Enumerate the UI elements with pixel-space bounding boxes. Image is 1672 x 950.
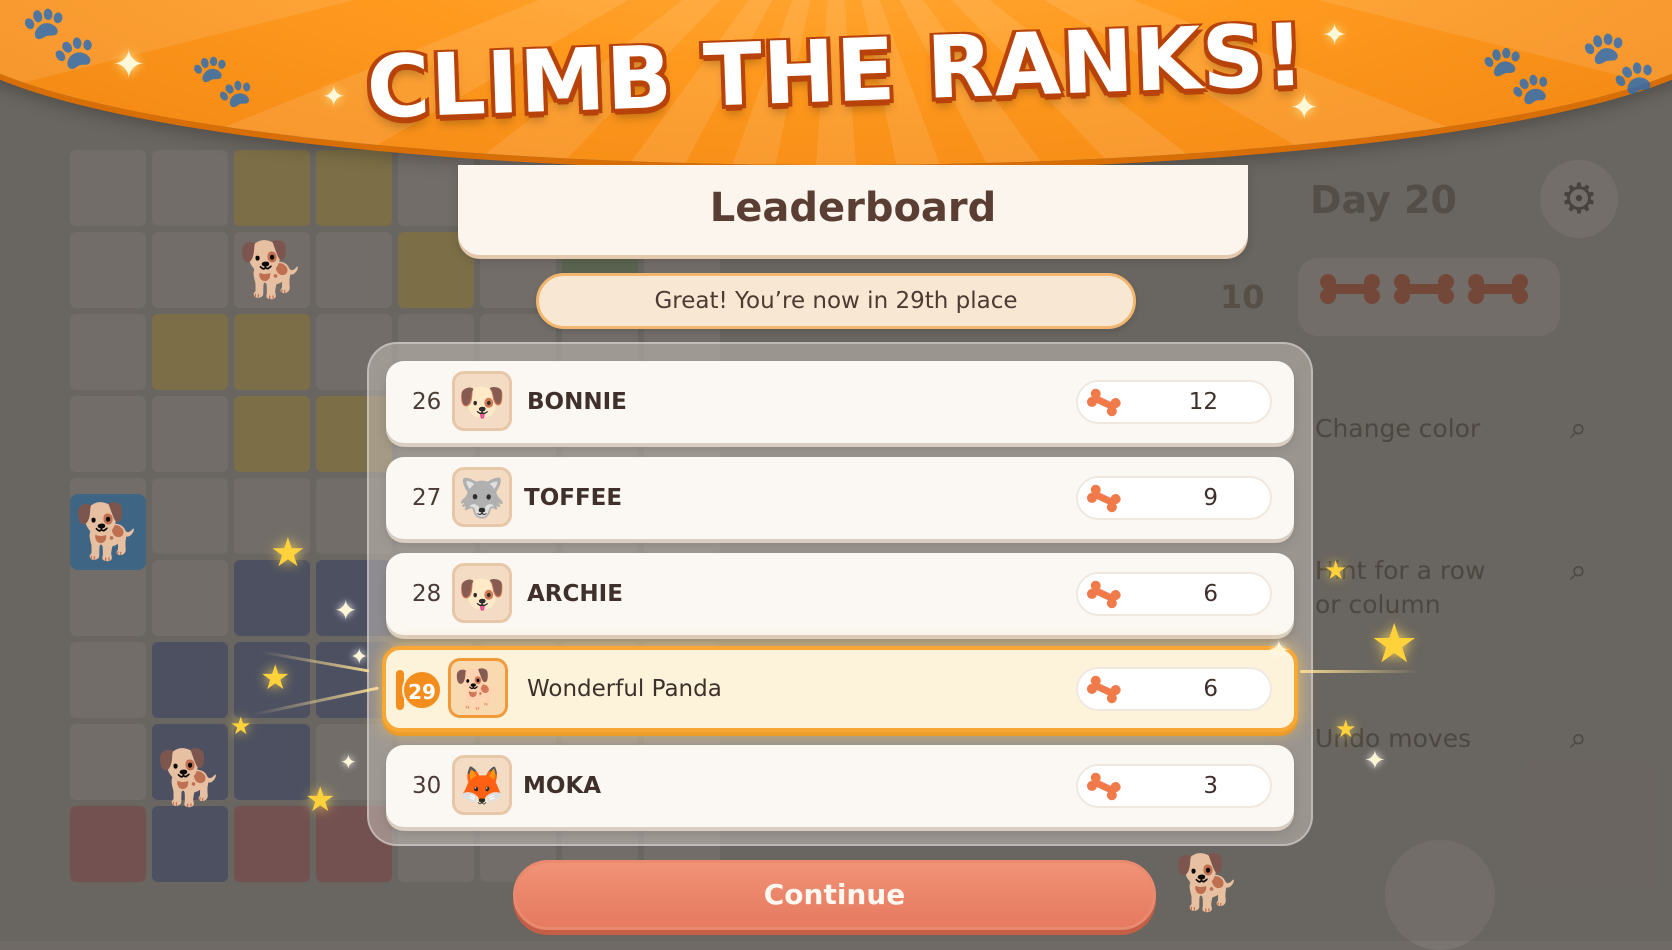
- star-icon: ★: [230, 712, 252, 740]
- player-name: Wonderful Panda: [527, 676, 722, 702]
- leaderboard-title: Leaderboard: [709, 185, 997, 231]
- bone-icon: [1086, 772, 1121, 801]
- player-score: 6: [1203, 676, 1218, 702]
- bone-icon: [1086, 580, 1121, 609]
- score-pill: 9: [1076, 476, 1272, 520]
- player-name: ARCHIE: [527, 581, 623, 607]
- score-pill: 3: [1076, 764, 1272, 808]
- rank-status-message: Great! You’re now in 29th place: [536, 273, 1136, 329]
- sparkle-icon: ✦: [1364, 746, 1386, 776]
- continue-button[interactable]: Continue: [513, 860, 1156, 930]
- leaderboard-row: 28 🐶 ARCHIE 6: [386, 553, 1294, 635]
- leaderboard-row: 27 🐺 TOFFEE 9: [386, 457, 1294, 539]
- shiba-inu-avatar-icon: 🐕: [448, 658, 508, 718]
- player-score: 6: [1203, 581, 1218, 607]
- pug-avatar-icon: 🐶: [452, 563, 512, 623]
- star-icon: ★: [1324, 556, 1348, 586]
- sparkle-icon: ✦: [334, 594, 358, 627]
- rank-number: 28: [412, 581, 442, 607]
- leaderboard-row: 30 🦊 MOKA 3: [386, 745, 1294, 827]
- sparkle-icon: ✦: [340, 750, 357, 774]
- player-name: BONNIE: [527, 389, 627, 415]
- bone-icon: [1086, 484, 1121, 513]
- leaderboard-header: Leaderboard: [458, 165, 1248, 255]
- corgi-avatar-icon: 🦊: [452, 755, 512, 815]
- player-score: 3: [1203, 773, 1218, 799]
- bone-icon: [1086, 675, 1121, 704]
- leaderboard-row: 26 🐶 BONNIE 12: [386, 361, 1294, 443]
- rank-badge: 29: [402, 670, 442, 710]
- star-icon: ★: [260, 658, 291, 698]
- player-score: 9: [1203, 485, 1218, 511]
- bone-icon: [1086, 388, 1121, 417]
- player-name: TOFFEE: [524, 485, 623, 511]
- sparkle-icon: ✦: [1268, 636, 1290, 666]
- star-icon: ★: [1370, 612, 1419, 675]
- leaderboard-row-current-player: 29 🐕 Wonderful Panda 6: [382, 646, 1298, 732]
- rank-number: 27: [412, 485, 442, 511]
- score-pill: 12: [1076, 380, 1272, 424]
- husky-avatar-icon: 🐺: [452, 467, 512, 527]
- sparkle-icon: ✦: [350, 645, 369, 670]
- player-name: MOKA: [523, 773, 602, 799]
- rank-number: 26: [412, 389, 442, 415]
- golden-retriever-avatar-icon: 🐶: [452, 371, 512, 431]
- score-pill: 6: [1076, 667, 1272, 711]
- score-pill: 6: [1076, 572, 1272, 616]
- rank-number: 30: [412, 773, 442, 799]
- player-score: 12: [1188, 389, 1218, 415]
- star-icon: ★: [305, 780, 336, 820]
- star-icon: ★: [1335, 715, 1357, 743]
- star-icon: ★: [270, 530, 306, 576]
